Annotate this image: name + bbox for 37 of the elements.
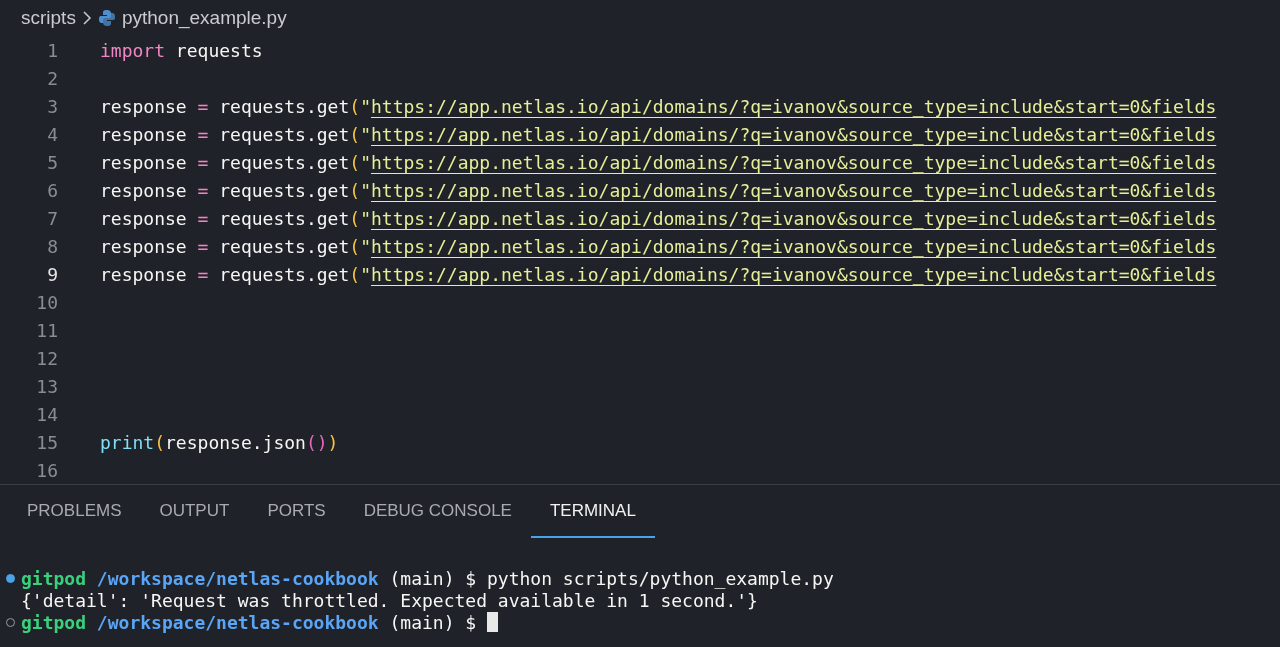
code-line: print(response.json()): [100, 431, 339, 453]
panel-tab[interactable]: TERMINAL: [530, 485, 655, 538]
line-number: 15: [35, 431, 58, 453]
panel-tab[interactable]: DEBUG CONSOLE: [344, 485, 531, 538]
line-number: 3: [46, 95, 58, 117]
code-line: response = requests.get("https://app.netlas.io/api/domains/?q=ivanov&source_type=include&start=0&fields: [100, 235, 1217, 257]
line-number: 4: [46, 123, 58, 145]
breadcrumb-folder[interactable]: scripts: [21, 7, 76, 29]
code-line: response = requests.get("https://app.netlas.io/api/domains/?q=ivanov&source_type=include&start=0&fields: [100, 123, 1217, 145]
line-number: 9: [46, 263, 58, 285]
panel-tab[interactable]: PROBLEMS: [8, 485, 141, 538]
code-line: response = requests.get("https://app.netlas.io/api/domains/?q=ivanov&source_type=include&start=0&fields: [100, 207, 1217, 229]
terminal-line: gitpod /workspace/netlas-cookbook (main) $: [21, 611, 478, 633]
line-number: 11: [35, 319, 58, 341]
line-number: 14: [35, 403, 58, 425]
line-number: 13: [35, 375, 58, 397]
line-number: 6: [46, 179, 58, 201]
line-number: 1: [46, 39, 58, 61]
line-number: 16: [35, 459, 58, 481]
line-number: 7: [46, 207, 58, 229]
terminal-line: {'detail': 'Request was throttled. Expected available in 1 second.'}: [21, 589, 758, 611]
code-line: response = requests.get("https://app.netlas.io/api/domains/?q=ivanov&source_type=include&start=0&fields: [100, 263, 1217, 285]
line-number: 10: [35, 291, 58, 313]
code-line: import requests: [100, 39, 263, 61]
line-number: 12: [35, 347, 58, 369]
code-line: response = requests.get("https://app.netlas.io/api/domains/?q=ivanov&source_type=include&start=0&fields: [100, 179, 1217, 201]
breadcrumb-file[interactable]: python_example.py: [121, 7, 287, 29]
panel-tab[interactable]: OUTPUT: [140, 485, 249, 538]
line-number: 8: [46, 235, 58, 257]
chevron-right-icon: [81, 11, 92, 25]
code-line: response = requests.get("https://app.netlas.io/api/domains/?q=ivanov&source_type=include&start=0&fields: [100, 151, 1217, 173]
code-line: response = requests.get("https://app.netlas.io/api/domains/?q=ivanov&source_type=include&start=0&fields: [100, 95, 1217, 117]
line-number: 2: [46, 67, 58, 89]
terminal-line: gitpod /workspace/netlas-cookbook (main) $ python scripts/python_example.py: [21, 567, 834, 589]
line-number: 5: [46, 151, 58, 173]
python-file-icon: [97, 9, 116, 27]
panel-tab[interactable]: PORTS: [248, 485, 345, 538]
